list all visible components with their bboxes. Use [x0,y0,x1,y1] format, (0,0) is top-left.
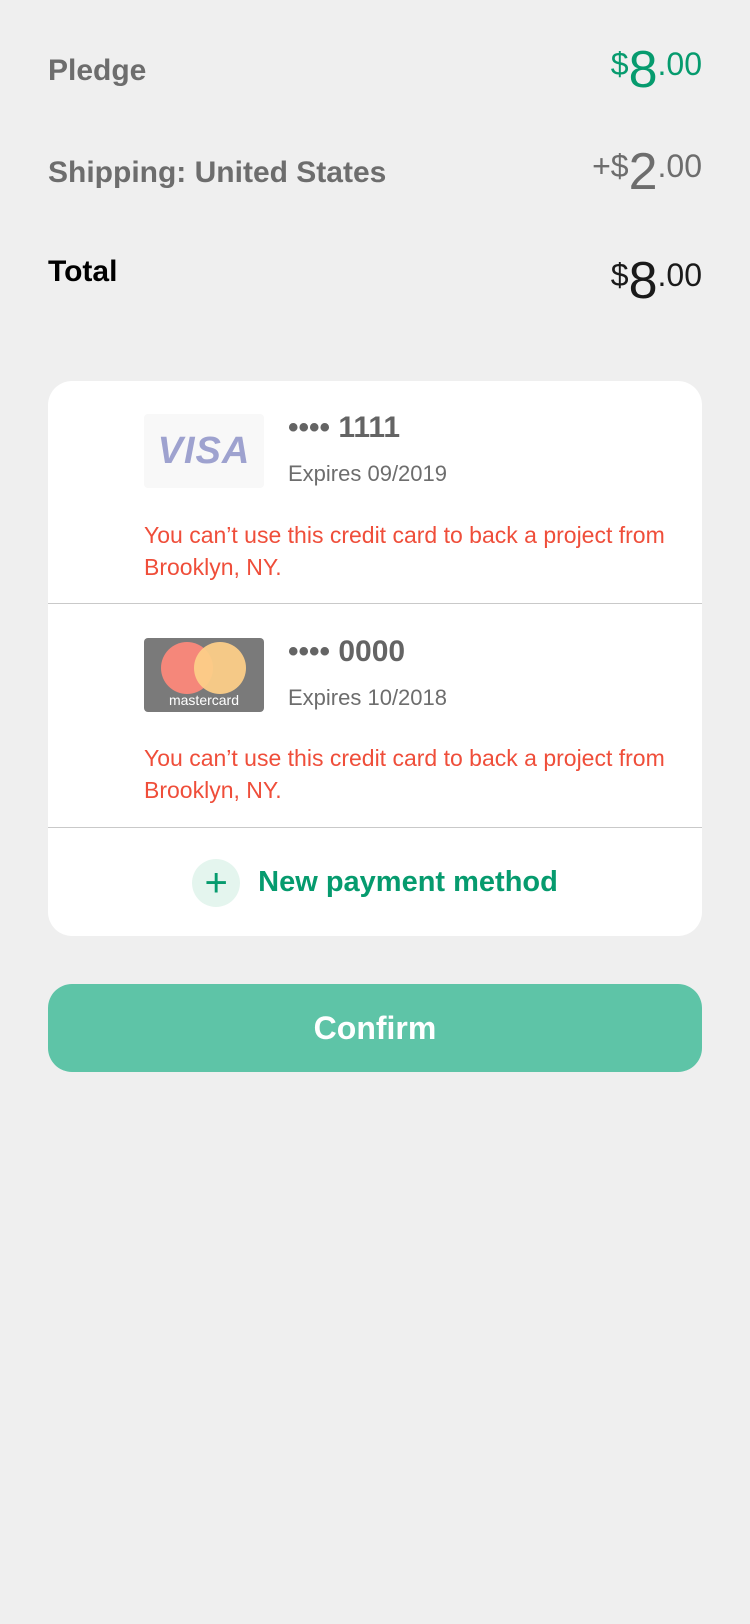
card-number: •••• 1111 [288,411,401,444]
total-row: Total $ 8 .00 [48,255,702,307]
total-label: Total [48,255,118,288]
pledge-label: Pledge [48,54,147,87]
new-payment-method-label: New payment method [258,866,558,898]
payment-method-mastercard[interactable]: mastercard •••• 0000 Expires 10/2018 You… [48,604,702,828]
pledge-currency: $ [610,46,629,82]
payment-method-visa[interactable]: VISA •••• 1111 Expires 09/2019 You can’t… [48,381,702,604]
pledge-amount: $ 8 .00 [611,44,702,96]
shipping-label: Shipping: United States [48,156,387,189]
total-cents: .00 [657,257,702,293]
mastercard-logo-text: mastercard [168,692,240,708]
total-amount: $ 8 .00 [611,255,702,307]
total-whole: 8 [628,252,658,310]
confirm-button[interactable]: Confirm [48,984,702,1072]
total-currency: $ [610,257,629,293]
mastercard-yellow-circle [194,642,246,694]
shipping-currency: +$ [592,148,629,184]
plus-icon: + [192,858,241,907]
card-number: •••• 0000 [288,635,406,668]
card-error-message: You can’t use this credit card to back a… [144,745,665,803]
pledge-checkout-screen: Pledge $ 8 .00 Shipping: United States +… [0,0,750,1624]
visa-logo-icon: VISA [144,414,264,488]
shipping-whole: 2 [628,143,658,201]
card-expiry: Expires 10/2018 [288,685,447,710]
pledge-row: Pledge $ 8 .00 [48,44,702,96]
mastercard-logo-icon: mastercard [144,638,264,712]
pledge-whole: 8 [628,41,658,99]
shipping-cents: .00 [657,148,702,184]
new-payment-method-button[interactable]: + New payment method [48,829,702,936]
payment-methods-panel: VISA •••• 1111 Expires 09/2019 You can’t… [48,381,702,936]
visa-logo-text: VISA [157,429,251,472]
shipping-amount: +$ 2 .00 [592,146,702,198]
card-expiry: Expires 09/2019 [288,461,447,486]
card-error-message: You can’t use this credit card to back a… [144,522,665,580]
pledge-cents: .00 [657,46,702,82]
shipping-row: Shipping: United States +$ 2 .00 [48,146,702,198]
